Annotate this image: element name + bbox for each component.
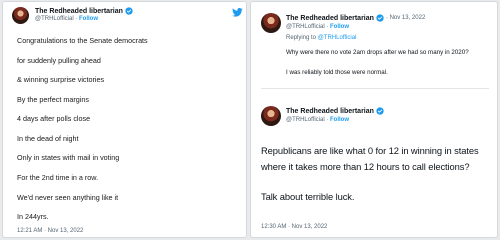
avatar[interactable] (261, 13, 281, 33)
tweet-date[interactable]: · Nov 13, 2022 (386, 15, 425, 21)
author-handle[interactable]: @TRHLofficial (286, 24, 325, 30)
replying-to: Replying to @TRHLofficial (286, 35, 356, 41)
tweet-text-line: & winning surprise victories (17, 75, 105, 84)
tweet-text-line: where it takes more than 12 hours to cal… (261, 161, 470, 172)
replying-to-label: Replying to (286, 35, 317, 41)
tweet-text-line: I was reliably told those were normal. (286, 69, 388, 76)
tweet-text-line: Congratulations to the Senate democrats (17, 36, 148, 45)
tweet-text-line: In 244yrs. (17, 212, 49, 221)
replying-to-handle[interactable]: @TRHLofficial (318, 35, 357, 41)
thread-divider (261, 88, 489, 89)
separator-dot: · (326, 117, 329, 123)
separator-dot: · (75, 16, 78, 22)
author-handle[interactable]: @TRHLofficial (286, 117, 325, 123)
tweet-text-line: We'd never seen anything like it (17, 193, 119, 202)
verified-badge-icon (376, 107, 384, 115)
tweet-text-line: Talk about terrible luck. (261, 191, 355, 202)
tweet-text-line: In the dead of night (17, 134, 79, 143)
tweet-text-line: Republicans are like what 0 for 12 in wi… (261, 145, 479, 156)
tweet-text-line: for suddenly pulling ahead (17, 56, 101, 65)
follow-button[interactable]: Follow (79, 16, 98, 22)
tweet-text-line: By the perfect margins (17, 95, 89, 104)
avatar[interactable] (261, 106, 281, 126)
verified-badge-icon (376, 14, 384, 22)
tweet-text-line: 4 days after polls close (17, 114, 91, 123)
author-handle[interactable]: @TRHLofficial (35, 16, 74, 22)
author-handle-row: @TRHLofficial · Follow (35, 16, 98, 22)
right-thread-card: The Redheaded libertarian · Nov 13, 2022… (250, 1, 498, 238)
author-handle-row: @TRHLofficial · Follow (286, 24, 349, 30)
left-tweet-card: The Redheaded libertarian @TRHLofficial … (2, 1, 247, 238)
author-row: The Redheaded libertarian (35, 7, 133, 15)
tweet-timestamp[interactable]: 12:21 AM · Nov 13, 2022 (17, 228, 83, 234)
follow-button[interactable]: Follow (330, 24, 349, 30)
tweet-text-line: For the 2nd time in a row. (17, 173, 99, 182)
avatar[interactable] (12, 7, 29, 24)
author-name[interactable]: The Redheaded libertarian (286, 15, 374, 22)
author-row: The Redheaded libertarian · Nov 13, 2022 (286, 14, 425, 22)
tweet-text-line: Only in states with mail in voting (17, 153, 120, 162)
follow-button[interactable]: Follow (330, 117, 349, 123)
author-name[interactable]: The Redheaded libertarian (286, 108, 374, 115)
author-row: The Redheaded libertarian (286, 107, 384, 115)
author-handle-row: @TRHLofficial · Follow (286, 117, 349, 123)
tweet-timestamp[interactable]: 12:30 AM · Nov 13, 2022 (261, 224, 327, 230)
twitter-bird-icon[interactable] (232, 8, 243, 17)
author-name[interactable]: The Redheaded libertarian (35, 8, 123, 15)
tweet-text-line: Why were there no vote 2am drops after w… (286, 49, 469, 56)
separator-dot: · (326, 24, 329, 30)
verified-badge-icon (125, 7, 133, 15)
